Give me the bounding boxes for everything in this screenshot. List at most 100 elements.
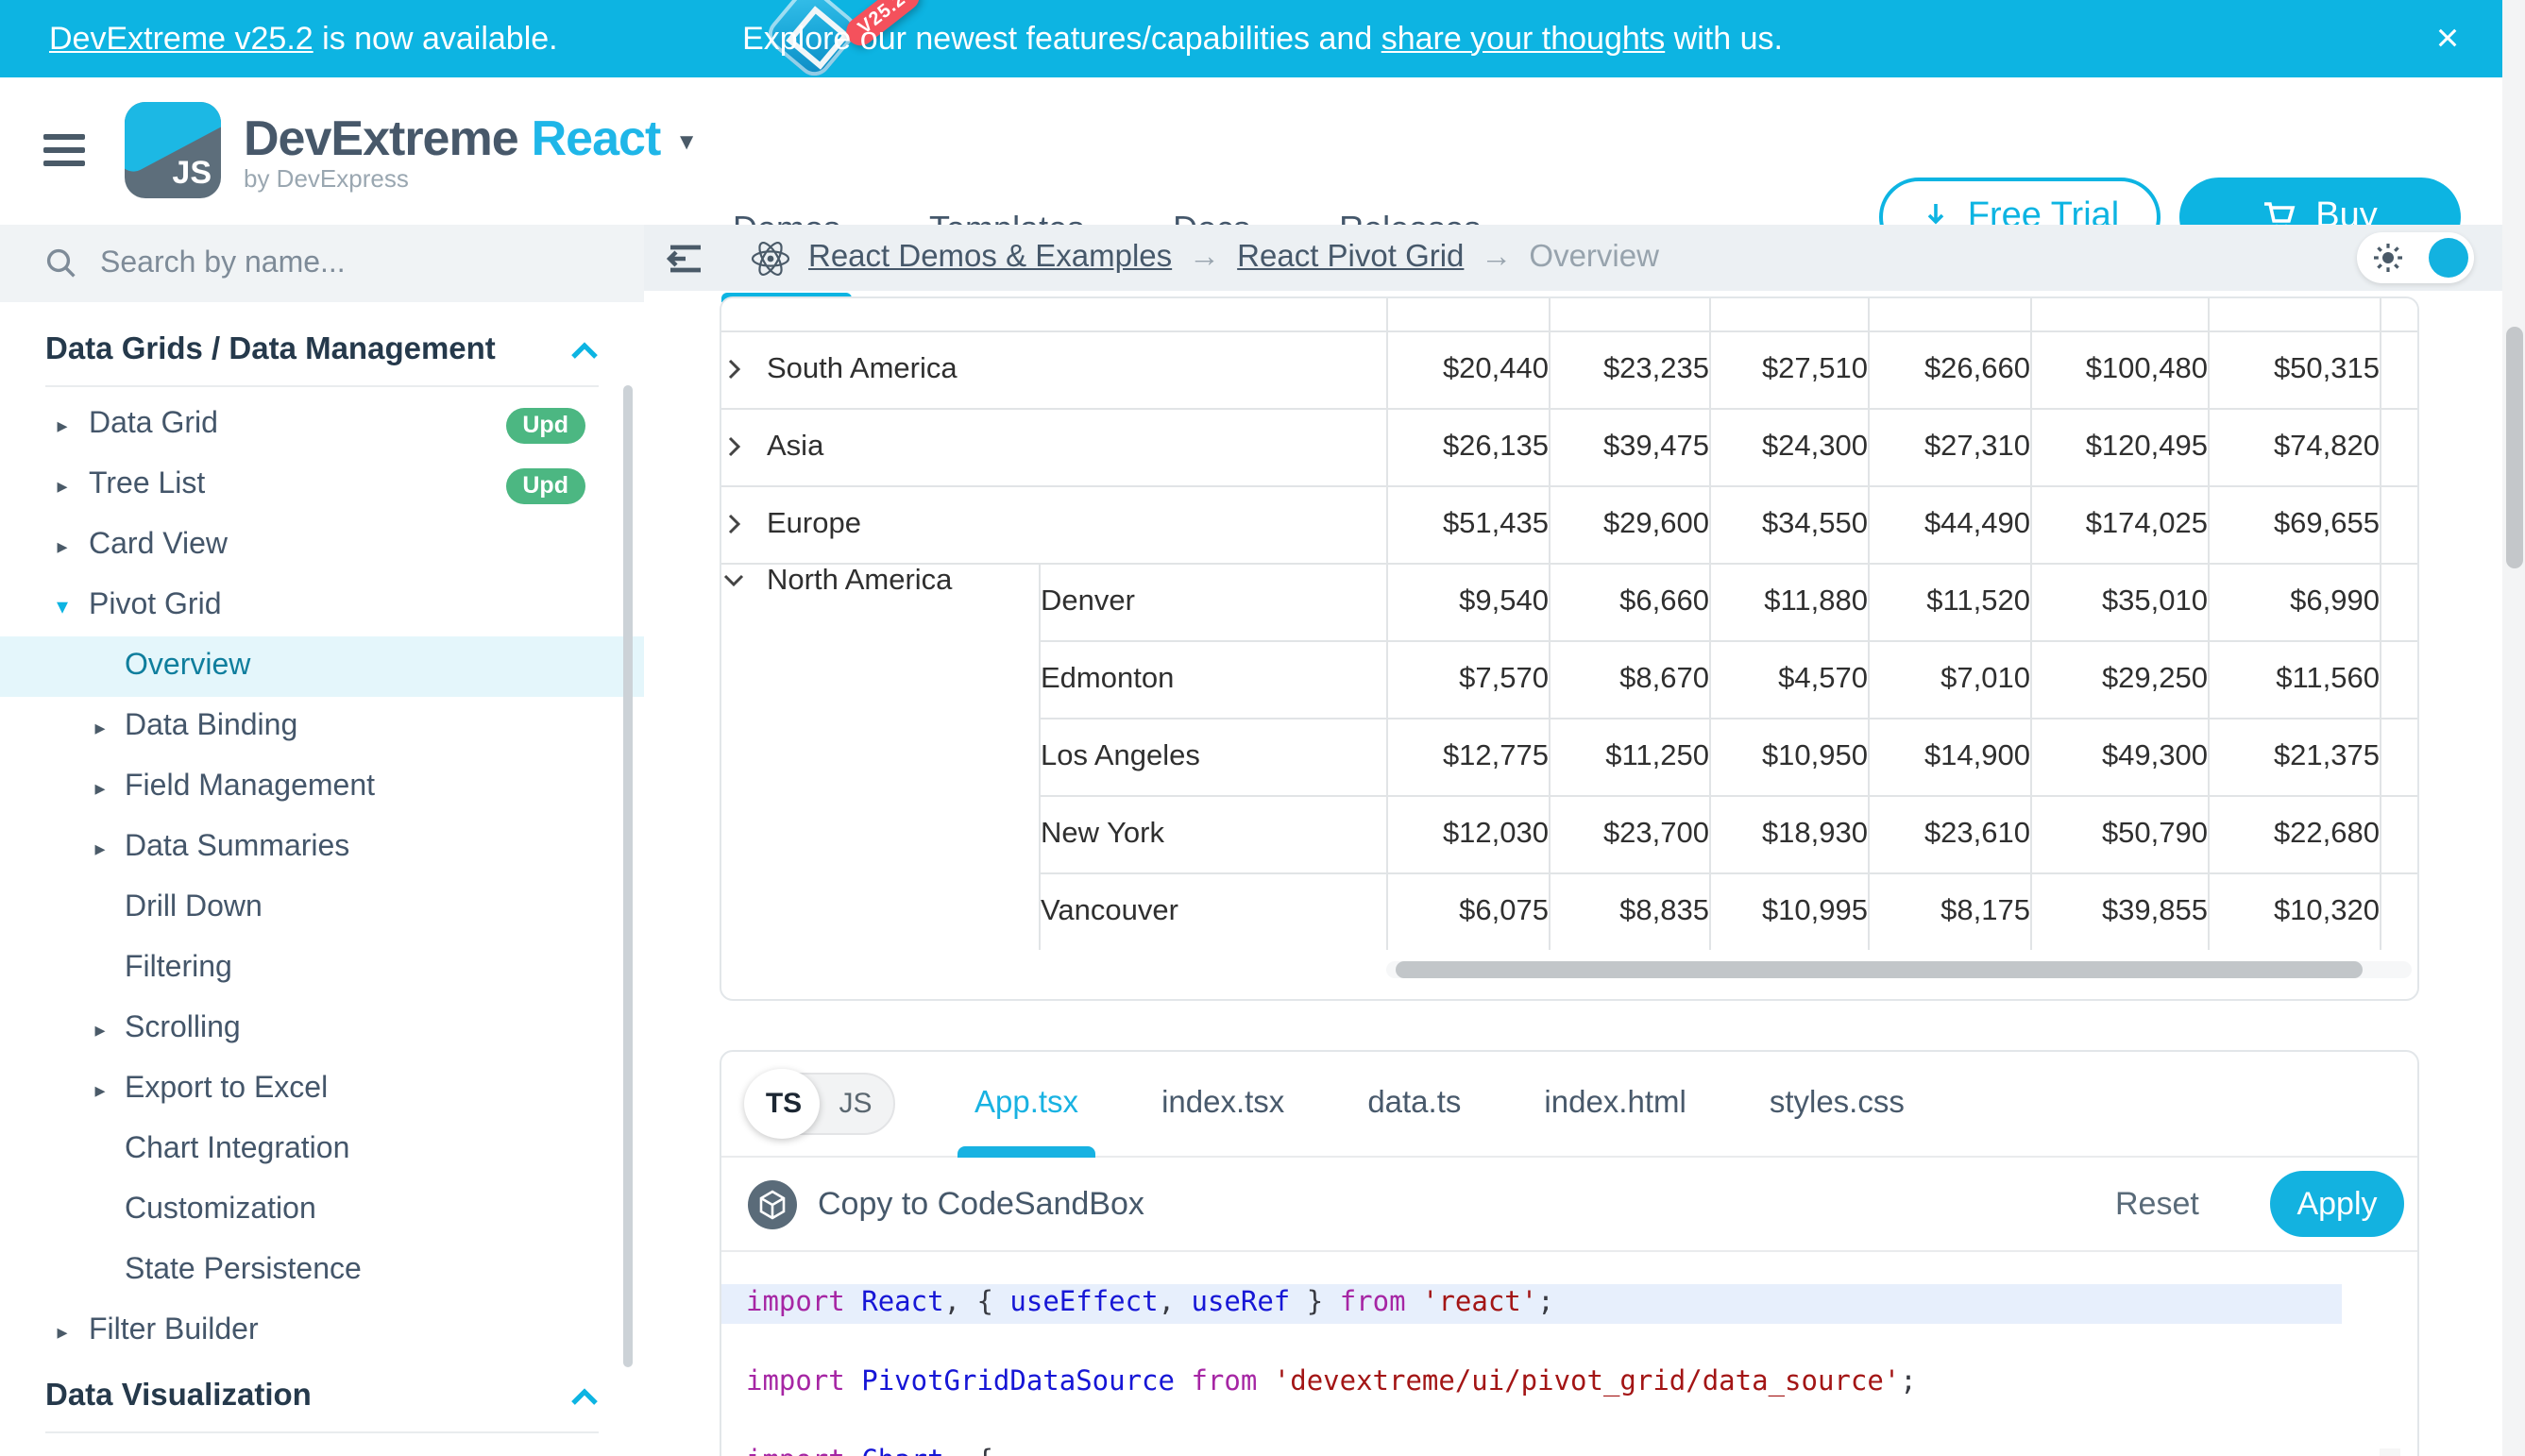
- pivot-value-cell[interactable]: $29,600: [1550, 486, 1710, 564]
- sidebar-item-scrolling[interactable]: ▸Scrolling: [0, 999, 644, 1059]
- pivot-value-cell[interactable]: $39,855: [2031, 873, 2209, 950]
- pivot-value-cell[interactable]: $9,540: [1387, 564, 1550, 641]
- pivot-value-cell[interactable]: $174,025: [2031, 486, 2209, 564]
- pivot-value-cell[interactable]: $11,250: [1550, 719, 1710, 796]
- pivot-value-cell[interactable]: $50,315: [2209, 331, 2381, 409]
- triangle-right-icon[interactable]: ▸: [87, 1077, 113, 1102]
- sidebar-scrollbar[interactable]: [623, 385, 633, 1367]
- pivot-value-cell[interactable]: $34,550: [1710, 486, 1869, 564]
- pivot-region-cell[interactable]: North America: [721, 564, 1040, 950]
- triangle-right-icon[interactable]: ▸: [49, 413, 76, 437]
- language-toggle[interactable]: TSJS: [746, 1073, 895, 1135]
- pivot-value-cell[interactable]: $8,670: [1550, 641, 1710, 719]
- pivot-value-cell[interactable]: $7,570: [1387, 641, 1550, 719]
- sidebar-item-export-to-excel[interactable]: ▸Export to Excel: [0, 1059, 644, 1120]
- pivot-value-cell[interactable]: [1387, 298, 1550, 331]
- pivot-value-cell[interactable]: $44,490: [1869, 486, 2031, 564]
- search-input[interactable]: [96, 245, 576, 282]
- pivot-value-cell[interactable]: $18,930: [1710, 796, 1869, 873]
- pivot-value-cell[interactable]: $12,775: [1387, 719, 1550, 796]
- triangle-right-icon[interactable]: ▸: [49, 473, 76, 498]
- pivot-value-cell[interactable]: $35,010: [2031, 564, 2209, 641]
- pivot-value-cell[interactable]: $29,250: [2031, 641, 2209, 719]
- pivot-value-cell[interactable]: $51,435: [1387, 486, 1550, 564]
- pivot-value-cell[interactable]: $4,570: [1710, 641, 1869, 719]
- sidebar-item-field-management[interactable]: ▸Field Management: [0, 757, 644, 818]
- theme-toggle[interactable]: [2357, 232, 2474, 283]
- hamburger-menu-icon[interactable]: [43, 134, 85, 166]
- breadcrumb-link[interactable]: React Pivot Grid: [1237, 240, 1464, 276]
- triangle-right-icon[interactable]: ▸: [87, 1017, 113, 1041]
- pivot-city-cell[interactable]: Vancouver: [1040, 873, 1387, 950]
- pivot-region-cell[interactable]: Asia: [721, 409, 1387, 486]
- sidebar-item-chart-integration[interactable]: Chart Integration: [0, 1120, 644, 1180]
- triangle-down-icon[interactable]: ▾: [49, 593, 76, 619]
- sidebar-item-data-grid[interactable]: ▸Data GridUpd: [0, 395, 644, 455]
- pivot-value-cell[interactable]: $11,560: [2209, 641, 2381, 719]
- share-thoughts-link[interactable]: share your thoughts: [1381, 20, 1666, 56]
- triangle-right-icon[interactable]: ▸: [49, 533, 76, 558]
- pivot-value-cell[interactable]: $6,990: [2209, 564, 2381, 641]
- pivot-value-cell[interactable]: $39,475: [1550, 409, 1710, 486]
- page-scrollbar-thumb[interactable]: [2505, 327, 2522, 568]
- sidebar-item-filtering[interactable]: Filtering: [0, 939, 644, 999]
- sidebar-section-data-visualization[interactable]: Data Visualization: [0, 1362, 644, 1428]
- sidebar-section-data-grids-data-management[interactable]: Data Grids / Data Management: [0, 315, 644, 381]
- banner-close-icon[interactable]: ×: [2410, 0, 2485, 77]
- pivot-value-cell[interactable]: $74,820: [2209, 409, 2381, 486]
- sidebar-item-overview[interactable]: Overview: [0, 636, 644, 697]
- apply-button[interactable]: Apply: [2270, 1171, 2404, 1237]
- pivot-value-cell[interactable]: [1869, 298, 2031, 331]
- triangle-right-icon[interactable]: ▸: [87, 775, 113, 800]
- breadcrumb-link[interactable]: React Demos & Examples: [808, 240, 1172, 276]
- pivot-value-cell[interactable]: $22,680: [2209, 796, 2381, 873]
- pivot-value-cell[interactable]: $24,300: [1710, 409, 1869, 486]
- tab-index-html[interactable]: index.html: [1544, 1052, 1686, 1156]
- brand-logo[interactable]: JS DevExtremeReact▼ by DevExpress: [125, 102, 697, 198]
- pivot-value-cell[interactable]: [2031, 298, 2209, 331]
- sidebar-item-data-summaries[interactable]: ▸Data Summaries: [0, 818, 644, 878]
- pivot-value-cell[interactable]: $100,480: [2031, 331, 2209, 409]
- pivot-city-cell[interactable]: New York: [1040, 796, 1387, 873]
- pivot-value-cell[interactable]: [1550, 298, 1710, 331]
- pivot-value-cell[interactable]: $12,030: [1387, 796, 1550, 873]
- pivot-value-cell[interactable]: $6,075: [1387, 873, 1550, 950]
- sidebar-item-tree-list[interactable]: ▸Tree ListUpd: [0, 455, 644, 516]
- pivot-region-cell[interactable]: Europe: [721, 486, 1387, 564]
- collapse-sidebar-icon[interactable]: [667, 243, 704, 273]
- pivot-value-cell[interactable]: $26,135: [1387, 409, 1550, 486]
- tab-data-ts[interactable]: data.ts: [1367, 1052, 1461, 1156]
- pivot-value-cell[interactable]: $11,880: [1710, 564, 1869, 641]
- sidebar-item-data-binding[interactable]: ▸Data Binding: [0, 697, 644, 757]
- chevron-up-icon[interactable]: [570, 341, 599, 360]
- pivot-value-cell[interactable]: $50,790: [2031, 796, 2209, 873]
- pivot-region-cell[interactable]: South America: [721, 331, 1387, 409]
- pivot-value-cell[interactable]: $8,175: [1869, 873, 2031, 950]
- pivot-value-cell[interactable]: $120,495: [2031, 409, 2209, 486]
- pivot-value-cell[interactable]: $10,950: [1710, 719, 1869, 796]
- triangle-right-icon[interactable]: ▸: [87, 836, 113, 860]
- sidebar-item-state-persistence[interactable]: State Persistence: [0, 1241, 644, 1301]
- pivot-value-cell[interactable]: $27,310: [1869, 409, 2031, 486]
- sidebar-item-filter-builder[interactable]: ▸Filter Builder: [0, 1301, 644, 1362]
- sidebar-item-card-view[interactable]: ▸Card View: [0, 516, 644, 576]
- lang-toggle-ts[interactable]: TS: [748, 1088, 820, 1120]
- pivot-value-cell[interactable]: $8,835: [1550, 873, 1710, 950]
- pivot-value-cell[interactable]: $6,660: [1550, 564, 1710, 641]
- sidebar-item-drill-down[interactable]: Drill Down: [0, 878, 644, 939]
- framework-dropdown-icon[interactable]: ▼: [675, 128, 697, 155]
- copy-to-codesandbox-button[interactable]: Copy to CodeSandBox: [818, 1185, 1144, 1223]
- lang-toggle-js[interactable]: JS: [820, 1088, 891, 1120]
- chevron-up-icon[interactable]: [570, 1387, 599, 1406]
- sidebar-item-customization[interactable]: Customization: [0, 1180, 644, 1241]
- tab-app-tsx[interactable]: App.tsx: [974, 1052, 1078, 1156]
- pivot-value-cell[interactable]: $49,300: [2031, 719, 2209, 796]
- pivot-value-cell[interactable]: $69,655: [2209, 486, 2381, 564]
- pivot-city-cell[interactable]: Los Angeles: [1040, 719, 1387, 796]
- pivot-value-cell[interactable]: $27,510: [1710, 331, 1869, 409]
- pivot-hscrollbar-thumb[interactable]: [1396, 961, 2363, 978]
- pivot-value-cell[interactable]: $26,660: [1869, 331, 2031, 409]
- pivot-value-cell[interactable]: $7,010: [1869, 641, 2031, 719]
- pivot-value-cell[interactable]: $10,320: [2209, 873, 2381, 950]
- triangle-right-icon[interactable]: ▸: [87, 715, 113, 739]
